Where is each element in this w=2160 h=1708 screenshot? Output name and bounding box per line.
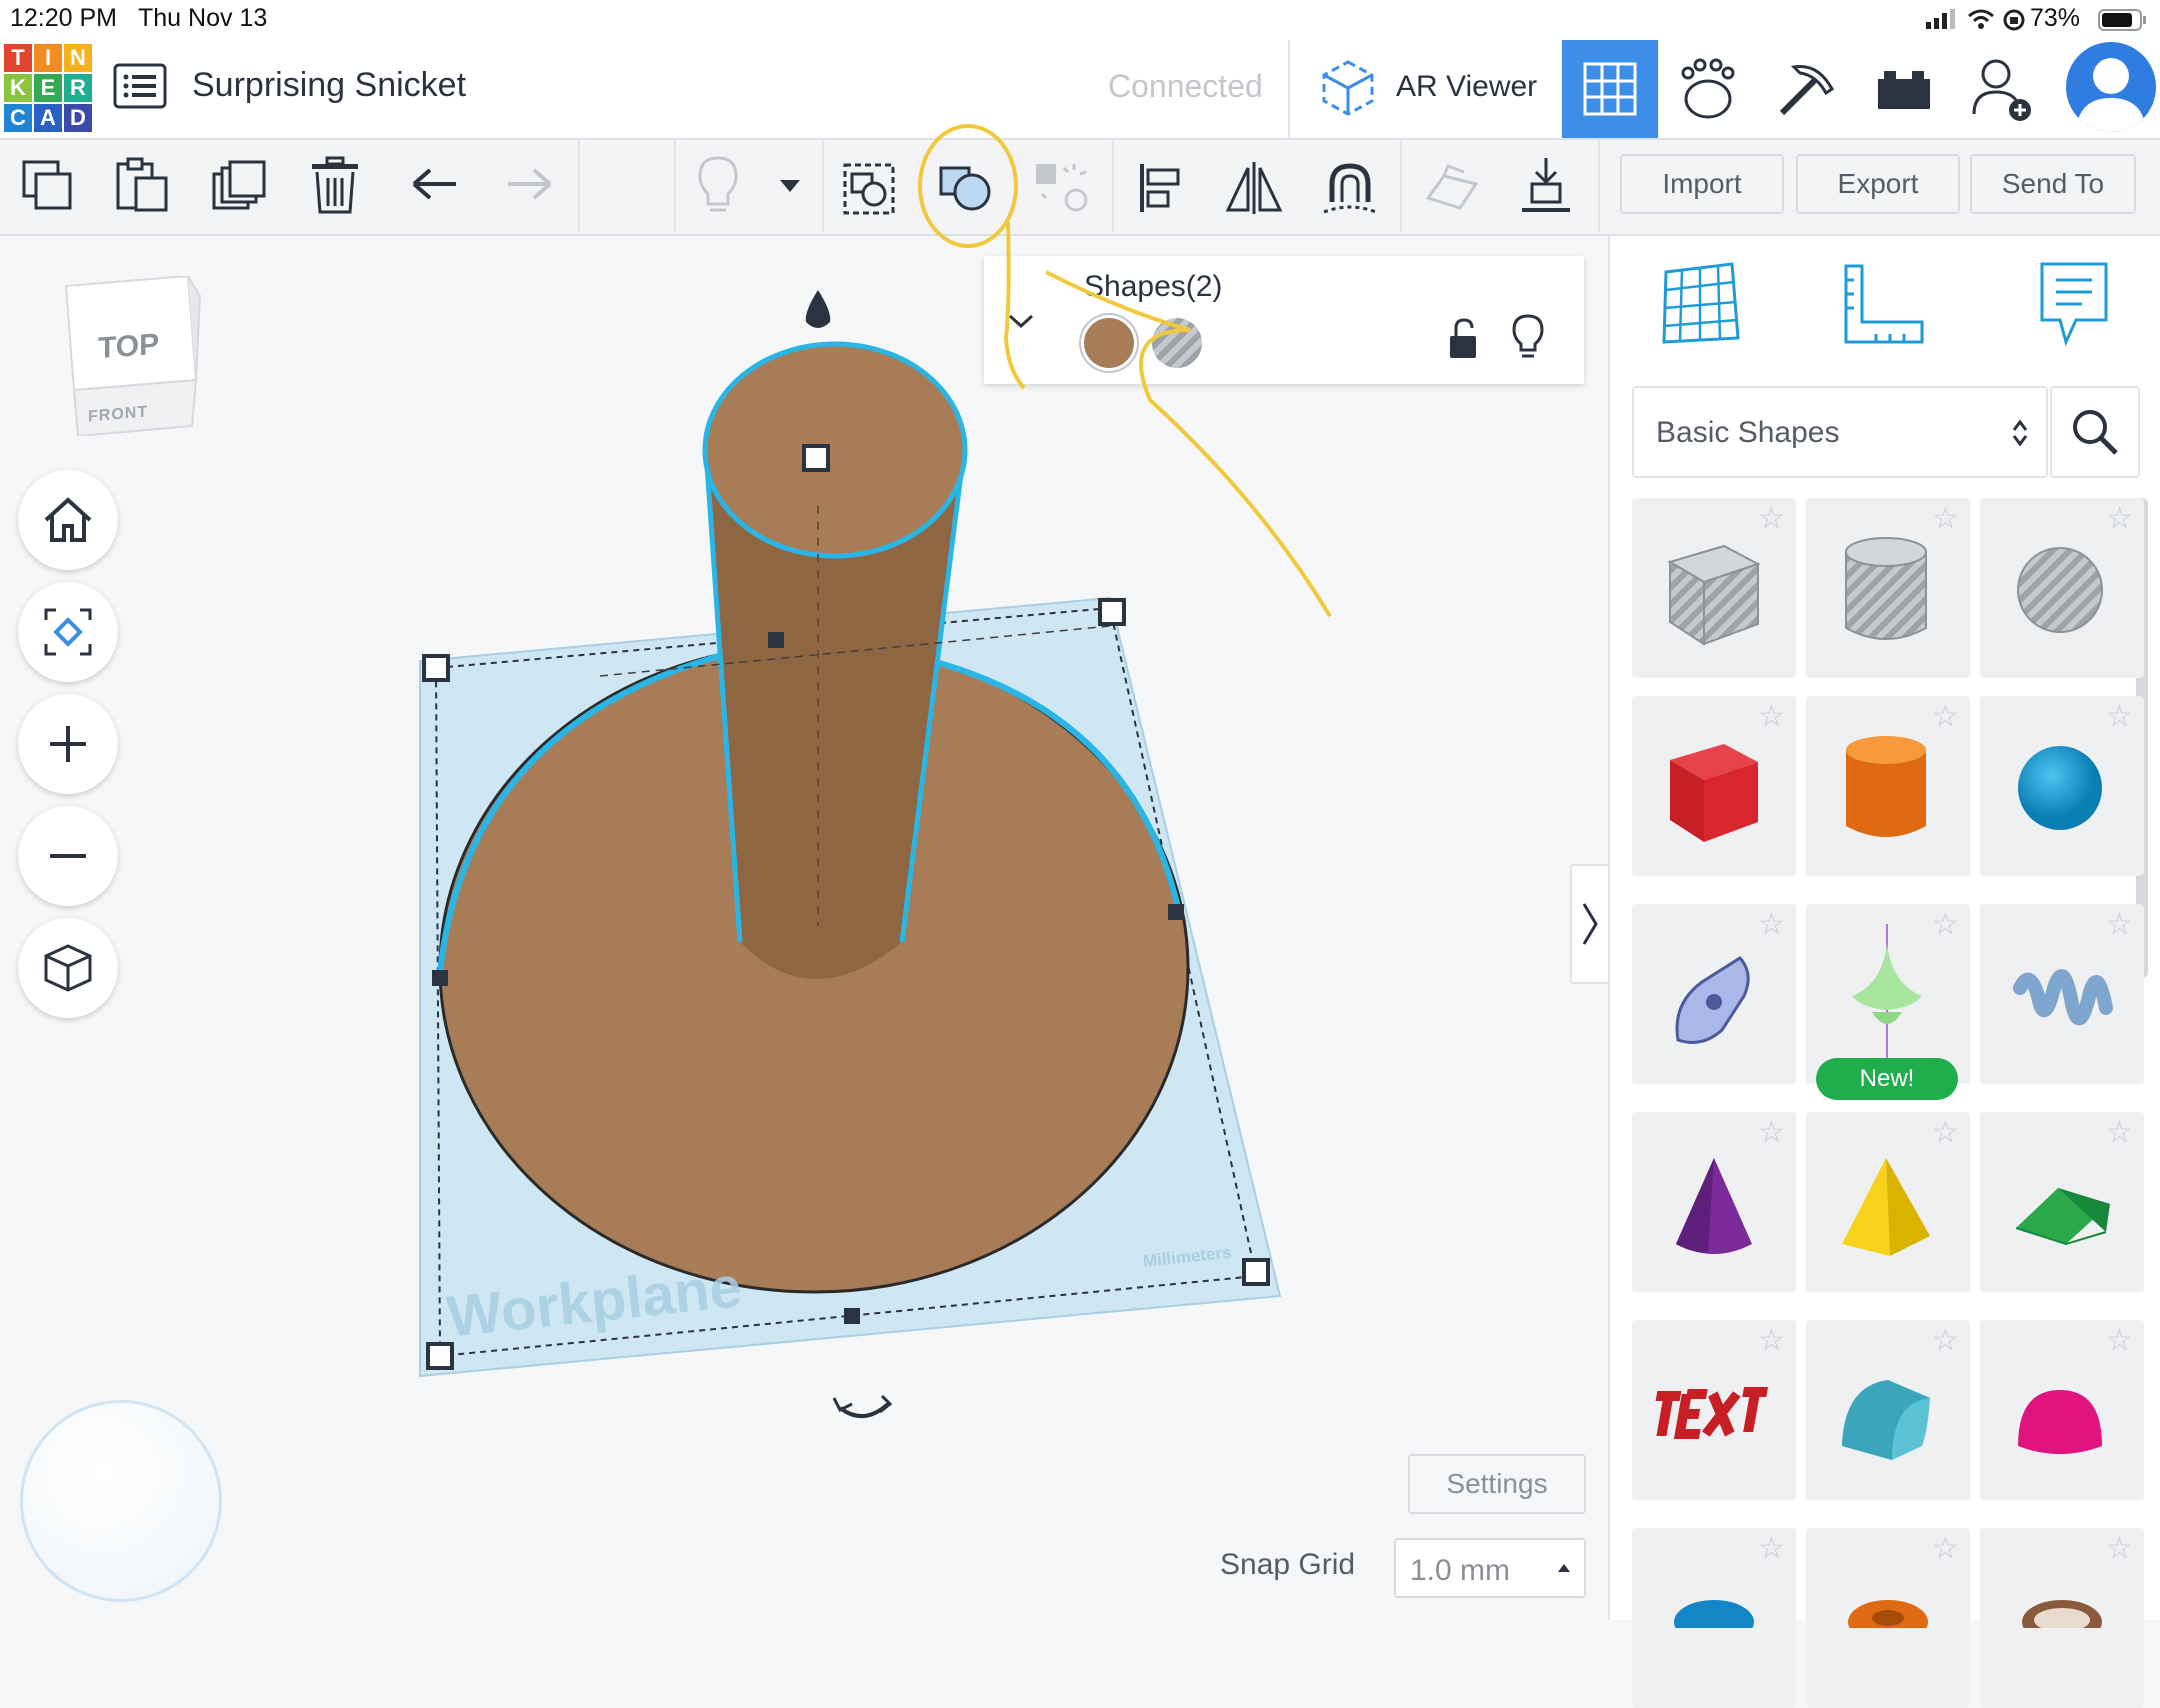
snap-grid-value: 1.0 mm [1410,1554,1511,1587]
brick-icon [1878,71,1930,109]
shape-category-select[interactable]: Basic Shapes [1632,386,2048,478]
shape-roof[interactable]: ☆ [1980,1112,2144,1292]
search-shapes-button[interactable] [2050,386,2140,478]
favorite-star-icon[interactable]: ☆ [1758,1534,1785,1564]
settings-button[interactable]: Settings [1408,1454,1586,1514]
signal-icon [1924,8,1960,30]
workspace[interactable]: TOP FRONT Workplane Millimeters Shapes(2… [0,124,1608,1620]
workplane-tab[interactable] [1660,260,1740,344]
avatar-icon [2076,58,2146,132]
shape-ring[interactable]: ☆ [1980,1528,2144,1708]
send-to-button[interactable]: Send To [1970,154,2136,214]
shape-box-hole[interactable]: ☆ [1632,498,1796,678]
shape-half-cylinder[interactable]: ☆ [1806,1320,1970,1500]
notes-icon [2040,262,2108,347]
favorite-star-icon[interactable]: ☆ [1758,1118,1785,1148]
shape-scribble[interactable]: ☆ [1632,904,1796,1084]
codeblocks-button[interactable] [1660,40,1756,138]
orientation-lock-icon [2002,8,2026,32]
panel-toggle-button[interactable] [1570,864,1608,984]
workplane-grid-icon [1662,262,1740,344]
shape-torus[interactable]: ☆ [1632,1528,1796,1708]
export-button[interactable]: Export [1796,154,1960,214]
shape-text[interactable]: ☆ [1632,1320,1796,1500]
favorite-star-icon[interactable]: ☆ [2106,1118,2133,1148]
favorite-star-icon[interactable]: ☆ [1932,1326,1959,1356]
favorite-star-icon[interactable]: ☆ [1758,702,1785,732]
ruler-tab[interactable] [1842,262,1928,346]
annotation-overlay [918,124,1332,618]
favorite-star-icon[interactable]: ☆ [2106,1534,2133,1564]
favorite-star-icon[interactable]: ☆ [1758,504,1785,534]
shape-cone[interactable]: ☆ [1632,1112,1796,1292]
annotation-arrow [1045,270,1332,618]
favorite-star-icon[interactable]: ☆ [1932,1534,1959,1564]
favorite-star-icon[interactable]: ☆ [1932,1118,1959,1148]
favorite-star-icon[interactable]: ☆ [2106,504,2133,534]
lego-bricks-button[interactable] [1856,40,1952,138]
favorite-star-icon[interactable]: ☆ [2106,702,2133,732]
shape-tube[interactable]: ☆ [1806,1528,1970,1708]
shape-pyramid[interactable]: ☆ [1806,1112,1970,1292]
paw-icon [1681,58,1735,119]
favorite-star-icon[interactable]: ☆ [2106,1326,2133,1356]
battery-icon [2098,8,2148,32]
user-avatar[interactable] [2066,42,2156,132]
favorite-star-icon[interactable]: ☆ [1932,504,1959,534]
battery-percent: 73% [2030,4,2081,32]
ruler-icon [1844,264,1924,344]
search-icon [2073,410,2118,455]
chevron-right-icon [1582,903,1598,945]
favorite-star-icon[interactable]: ☆ [1932,702,1959,732]
caret-up-icon [1556,1562,1572,1574]
shape-half-sphere[interactable]: ☆ [1980,1320,2144,1500]
select-arrows-icon [2010,416,2030,450]
favorite-star-icon[interactable]: ☆ [2106,910,2133,940]
pickaxe-icon [1779,64,1834,116]
shape-spinning-top[interactable]: ☆ New! [1806,904,1970,1100]
snap-grid-label: Snap Grid [1220,1548,1356,1581]
shape-sphere-hole[interactable]: ☆ [1980,498,2144,678]
snap-grid-select[interactable]: 1.0 mm [1394,1538,1586,1598]
annotation-circle [918,124,1018,248]
new-badge: New! [1816,1058,1958,1100]
shapes-panel: Basic Shapes ☆ ☆ ☆ ☆ ☆ ☆ ☆ ☆ New! ☆ ☆ ☆ … [1608,236,2160,1708]
favorite-star-icon[interactable]: ☆ [1758,1326,1785,1356]
shape-box[interactable]: ☆ [1632,696,1796,876]
wifi-icon [1966,6,1996,32]
minecraft-button[interactable] [1758,40,1854,138]
shape-squiggle[interactable]: ☆ [1980,904,2144,1084]
shape-cylinder[interactable]: ☆ [1806,696,1970,876]
favorite-star-icon[interactable]: ☆ [1758,910,1785,940]
add-user-icon [1972,59,2031,121]
invite-user-button[interactable] [1954,40,2050,138]
shape-sphere[interactable]: ☆ [1980,696,2144,876]
shape-category-value: Basic Shapes [1656,416,1840,449]
notes-tab[interactable] [2036,260,2112,348]
import-button[interactable]: Import [1620,154,1784,214]
shape-cylinder-hole[interactable]: ☆ [1806,498,1970,678]
